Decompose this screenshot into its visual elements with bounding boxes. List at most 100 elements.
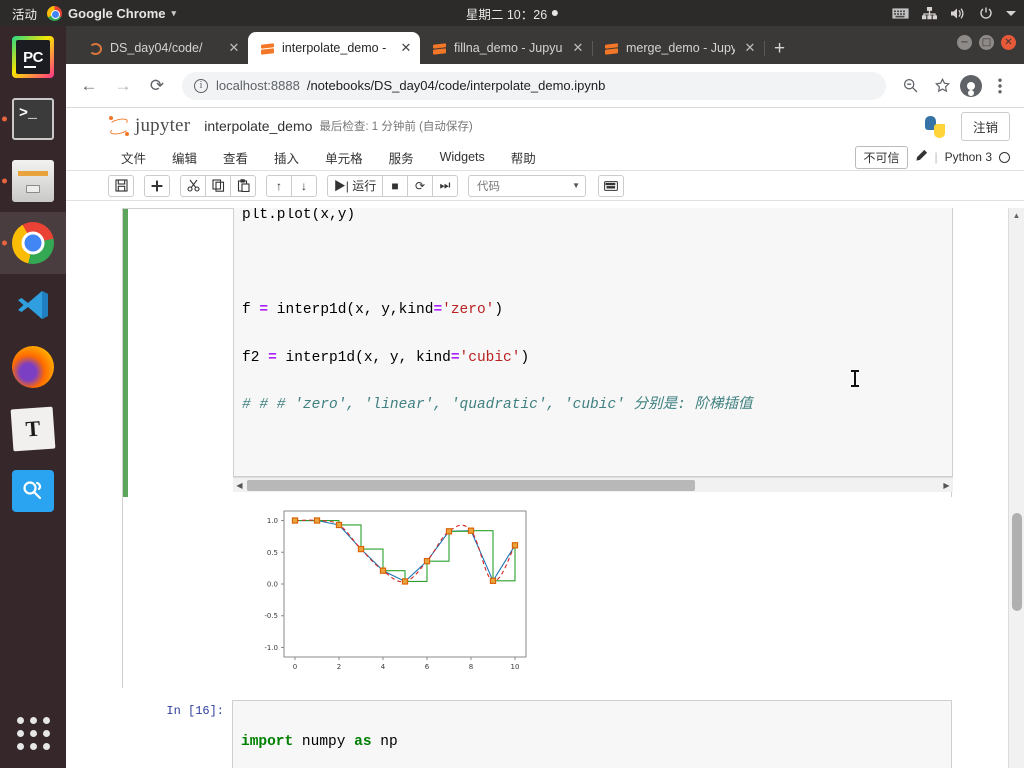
restart-kernel-button[interactable]: ⟳: [407, 174, 433, 197]
zoom-out-icon[interactable]: [896, 72, 924, 100]
reload-button[interactable]: ⟳: [142, 71, 172, 101]
cut-button[interactable]: [180, 174, 206, 197]
svg-text:1.0: 1.0: [267, 517, 278, 525]
show-applications-button[interactable]: [0, 717, 66, 750]
interpolation-plot-svg: 0 2 4 6 8 10 -1.0 -0.5 0.0 0.5 1.0: [248, 505, 536, 685]
code-line: f = interp1d(x, y,kind='zero'): [242, 301, 504, 318]
cell-interpolate[interactable]: plt.plot(x,y) f = interp1d(x, y,kind='ze…: [122, 208, 953, 700]
toolbar-group-palette: [598, 174, 624, 197]
code-input-area[interactable]: plt.plot(x,y) f = interp1d(x, y,kind='ze…: [233, 208, 953, 477]
command-palette-button[interactable]: [598, 174, 624, 197]
cell-fillna[interactable]: In [16]: import numpy as np import panda…: [122, 700, 952, 768]
trust-badge[interactable]: 不可信: [855, 145, 908, 169]
maximize-button[interactable]: □: [979, 35, 994, 50]
run-cell-button[interactable]: ▶| 运行: [327, 174, 383, 197]
browser-tab-2[interactable]: fillna_demo - Jupyu ✕: [420, 32, 593, 64]
code-line: plt.plot(x,y): [242, 208, 356, 223]
tab-title: DS_day04/code/: [110, 41, 203, 55]
dock-item-firefox[interactable]: [0, 336, 66, 398]
tab-close-icon[interactable]: ✕: [226, 40, 242, 56]
folder-icon: [88, 41, 103, 56]
move-cell-down-button[interactable]: ↓: [291, 174, 317, 197]
tab-close-icon[interactable]: ✕: [398, 40, 414, 56]
interrupt-kernel-button[interactable]: ■: [382, 174, 408, 197]
cell-type-select[interactable]: 代码 ▼: [468, 174, 586, 197]
text-cursor: [851, 370, 859, 387]
network-icon[interactable]: [922, 6, 937, 20]
jupyter-logo[interactable]: jupyter: [108, 115, 190, 137]
dock-item-terminal[interactable]: >_: [0, 88, 66, 150]
dock-item-google-chrome[interactable]: [0, 212, 66, 274]
activities-button[interactable]: 活动: [0, 4, 47, 23]
profile-avatar[interactable]: [960, 74, 982, 97]
svg-text:6: 6: [425, 663, 430, 671]
address-bar[interactable]: i localhost:8888/notebooks/DS_day04/code…: [182, 71, 886, 100]
notebook-scrollbar[interactable]: ▲: [1008, 208, 1024, 768]
save-button[interactable]: [108, 174, 134, 197]
dock-item-files[interactable]: [0, 150, 66, 212]
jupyter-icon: [604, 41, 619, 56]
browser-tab-1[interactable]: interpolate_demo - ✕: [248, 32, 420, 64]
code-input-area[interactable]: import numpy as np import pandas as pd #…: [232, 700, 952, 768]
logout-button[interactable]: 注销: [960, 112, 1010, 141]
chrome-menu-icon[interactable]: [986, 72, 1014, 100]
notebook-body[interactable]: plt.plot(x,y) f = interp1d(x, y,kind='ze…: [66, 208, 1024, 768]
scroll-up-icon[interactable]: ▲: [1009, 208, 1024, 223]
tab-close-icon[interactable]: ✕: [570, 40, 586, 56]
volume-icon[interactable]: [950, 7, 966, 20]
menu-cell[interactable]: 单元格: [312, 148, 376, 167]
keyboard-icon[interactable]: [892, 7, 909, 19]
menu-edit[interactable]: 编辑: [159, 148, 210, 167]
scroll-right-icon[interactable]: ▶: [940, 478, 953, 493]
menu-widgets[interactable]: Widgets: [427, 150, 498, 164]
dock-item-youdao-dict[interactable]: [0, 460, 66, 522]
scroll-left-icon[interactable]: ◀: [233, 478, 246, 493]
app-menu-chrome[interactable]: Google Chrome ▾: [47, 5, 177, 21]
restart-and-run-all-button[interactable]: ⏭: [432, 174, 458, 197]
dock-item-text-editor[interactable]: T: [0, 398, 66, 460]
move-cell-up-button[interactable]: ↑: [266, 174, 292, 197]
browser-tab-3[interactable]: merge_demo - Jupy ✕: [592, 32, 765, 64]
paste-button[interactable]: [230, 174, 256, 197]
firefox-icon: [12, 346, 54, 388]
clock[interactable]: 星期二 10：26: [466, 4, 559, 23]
copy-button[interactable]: [205, 174, 231, 197]
insert-cell-button[interactable]: [144, 174, 170, 197]
power-icon[interactable]: [979, 6, 993, 20]
system-tray[interactable]: [892, 6, 1016, 20]
tab-close-icon[interactable]: ✕: [742, 40, 758, 56]
close-button[interactable]: ✕: [1001, 35, 1016, 50]
minimize-button[interactable]: −: [957, 35, 972, 50]
ubuntu-dock: PC >_ T: [0, 26, 66, 768]
notebook-name[interactable]: interpolate_demo: [204, 118, 312, 134]
dock-item-pycharm[interactable]: PC: [0, 26, 66, 88]
scrollbar-thumb[interactable]: [247, 480, 695, 491]
cell-type-value: 代码: [477, 180, 500, 193]
scrollbar-thumb[interactable]: [1012, 513, 1022, 611]
code-horizontal-scrollbar[interactable]: ◀ ▶: [233, 477, 953, 492]
menu-insert[interactable]: 插入: [261, 148, 312, 167]
tab-separator: [764, 41, 765, 56]
menu-kernel[interactable]: 服务: [376, 148, 427, 167]
site-info-icon[interactable]: i: [194, 78, 208, 93]
chrome-icon: [47, 5, 63, 21]
code-line: import numpy as np: [241, 733, 398, 750]
pycharm-icon: PC: [12, 36, 54, 78]
browser-tab-0[interactable]: DS_day04/code/ ✕: [76, 32, 249, 64]
back-button[interactable]: ←: [74, 71, 104, 101]
chevron-down-icon: ▾: [171, 7, 177, 18]
tab-title: interpolate_demo -: [282, 41, 387, 55]
youdao-dict-icon: [12, 470, 54, 512]
new-tab-button[interactable]: +: [764, 39, 795, 64]
chrome-icon: [12, 222, 54, 264]
menu-view[interactable]: 查看: [210, 148, 261, 167]
svg-text:10: 10: [511, 663, 520, 671]
forward-button[interactable]: →: [108, 71, 138, 101]
svg-text:4: 4: [381, 663, 386, 671]
menu-help[interactable]: 帮助: [498, 148, 549, 167]
tray-caret-icon[interactable]: [1006, 10, 1016, 17]
matplotlib-plot: 0 2 4 6 8 10 -1.0 -0.5 0.0 0.5 1.0: [248, 505, 953, 690]
dock-item-vscode[interactable]: [0, 274, 66, 336]
bookmark-star-icon[interactable]: [928, 72, 956, 100]
menu-file[interactable]: 文件: [108, 148, 159, 167]
